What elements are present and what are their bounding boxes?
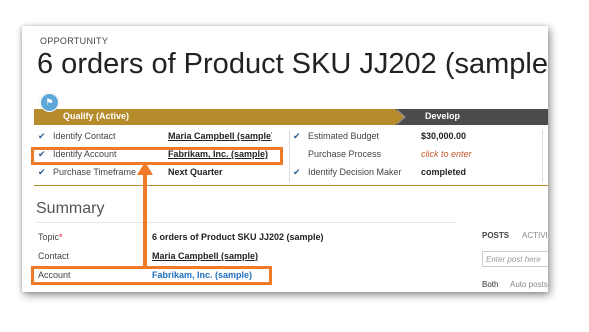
process-bar: Qualify (Active) Develop xyxy=(34,109,548,125)
stage-chevron-icon xyxy=(395,109,404,125)
checkmark-icon: ✔ xyxy=(293,131,301,141)
contact-link[interactable]: Maria Campbell (sample) xyxy=(168,131,272,141)
summary-divider xyxy=(36,222,456,223)
process-divider xyxy=(34,185,548,186)
stage-develop-label: Develop xyxy=(425,111,461,121)
stage-qualify-label: Qualify (Active) xyxy=(63,111,130,121)
field-purchase-timeframe: ✔ Purchase Timeframe Next Quarter xyxy=(22,167,289,183)
topic-label: Topic* xyxy=(38,232,63,242)
field-identify-contact: ✔ Identify Contact Maria Campbell (sampl… xyxy=(22,131,289,147)
arrow-up-icon xyxy=(137,162,153,175)
post-input[interactable]: Enter post here xyxy=(482,251,548,267)
required-indicator: * xyxy=(59,232,63,242)
contact-link[interactable]: Maria Campbell (sample) xyxy=(152,251,258,261)
field-label: Identify Decision Maker xyxy=(308,167,402,177)
purchase-timeframe-value[interactable]: Next Quarter xyxy=(168,167,272,177)
field-purchase-process: Purchase Process click to enter xyxy=(290,149,540,165)
field-estimated-budget: ✔ Estimated Budget $30,000.00 xyxy=(290,131,540,147)
checkmark-icon: ✔ xyxy=(38,131,46,141)
page-title: 6 orders of Product SKU JJ202 (sample) xyxy=(37,48,548,80)
highlight-summary-account xyxy=(31,266,272,285)
tab-posts[interactable]: POSTS xyxy=(482,231,509,240)
filter-auto-posts[interactable]: Auto posts xyxy=(510,280,548,289)
arrow-shaft xyxy=(143,174,147,268)
contact-label: Contact xyxy=(38,251,70,261)
checkmark-icon: ✔ xyxy=(38,167,46,177)
field-label: Purchase Process xyxy=(308,149,382,159)
checkmark-icon: ✔ xyxy=(293,167,301,177)
decision-maker-value[interactable]: completed xyxy=(421,167,531,177)
filter-both[interactable]: Both xyxy=(482,280,498,289)
stage-qualify[interactable]: Qualify (Active) xyxy=(34,109,395,125)
topic-value[interactable]: 6 orders of Product SKU JJ202 (sample) xyxy=(152,232,324,242)
tab-activities[interactable]: ACTIVITIES xyxy=(522,231,548,240)
field-label: Estimated Budget xyxy=(308,131,380,141)
field-identify-decision-maker: ✔ Identify Decision Maker completed xyxy=(290,167,540,183)
entity-type-label: OPPORTUNITY xyxy=(40,36,109,46)
estimated-budget-value[interactable]: $30,000.00 xyxy=(421,131,531,141)
flag-icon: ⚑ xyxy=(40,93,59,112)
summary-heading: Summary xyxy=(36,200,105,217)
column-divider xyxy=(542,130,543,182)
purchase-process-input[interactable]: click to enter xyxy=(421,149,531,159)
highlight-identify-account xyxy=(31,147,283,165)
field-label: Identify Contact xyxy=(53,131,116,141)
